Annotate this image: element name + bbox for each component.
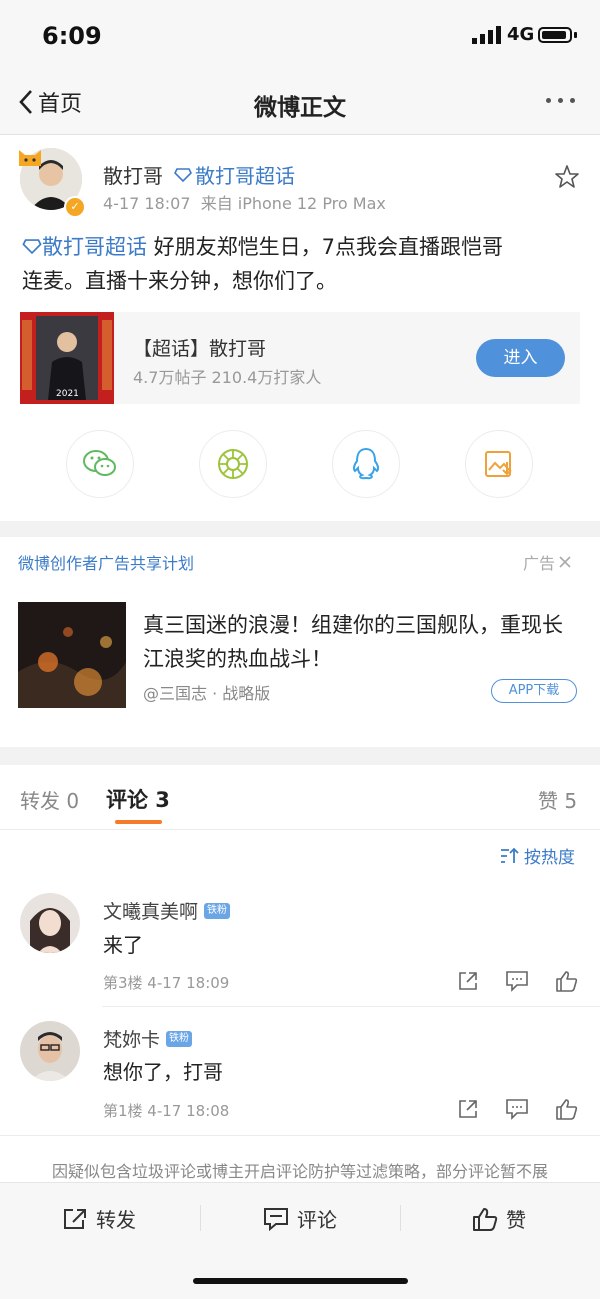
wechat-icon bbox=[83, 450, 116, 476]
cat-sticker-icon bbox=[19, 150, 41, 166]
sort-button[interactable]: 按热度 bbox=[500, 843, 575, 868]
supertopic-image-year: 2021 bbox=[56, 389, 79, 399]
like-icon[interactable] bbox=[555, 970, 579, 992]
comment-actions bbox=[457, 970, 579, 992]
comment-button[interactable]: 评论 bbox=[263, 1204, 337, 1233]
ad-program-link[interactable]: 微博创作者广告共享计划 bbox=[18, 550, 194, 574]
ad-source: @三国志 · 战略版 bbox=[143, 684, 271, 703]
verified-badge: ✓ bbox=[64, 196, 86, 218]
more-menu-button[interactable] bbox=[546, 98, 575, 103]
sort-label: 按热度 bbox=[524, 848, 575, 868]
close-icon bbox=[559, 556, 571, 568]
share-moments-button[interactable] bbox=[199, 430, 267, 498]
comment-actions bbox=[457, 1098, 579, 1120]
qq-icon bbox=[352, 447, 380, 480]
interaction-tabs bbox=[0, 765, 600, 830]
comment-label: 评论 bbox=[297, 1208, 337, 1232]
post-topic-label: 散打哥超话 bbox=[42, 235, 147, 259]
battery-icon bbox=[538, 27, 572, 43]
commenter-name[interactable]: 梵妳卡 bbox=[103, 1025, 160, 1052]
favorite-star-icon[interactable] bbox=[554, 164, 580, 190]
tab-like[interactable]: 赞 5 bbox=[538, 785, 577, 814]
commenter-name-row: 梵妳卡 铁粉 bbox=[103, 1025, 193, 1052]
home-indicator bbox=[193, 1278, 408, 1284]
fan-badge: 铁粉 bbox=[204, 902, 231, 919]
comment-meta: 第1楼 4-17 18:08 bbox=[103, 1102, 230, 1120]
diamond-icon bbox=[174, 167, 192, 182]
signal-icon bbox=[472, 26, 501, 44]
repost-button[interactable]: 转发 bbox=[62, 1204, 136, 1233]
like-label: 赞 bbox=[506, 1208, 526, 1232]
author-topic-label: 散打哥超话 bbox=[195, 164, 295, 188]
save-image-icon bbox=[485, 451, 512, 477]
commenter-avatar[interactable] bbox=[20, 1021, 80, 1081]
repost-label: 转发 bbox=[96, 1208, 136, 1232]
sort-icon bbox=[501, 847, 519, 863]
comment-text: 想你了，打哥 bbox=[103, 1060, 223, 1084]
ad-tag-label: 广告 bbox=[523, 554, 556, 573]
thumbs-up-icon bbox=[473, 1207, 498, 1231]
comment-icon bbox=[264, 1207, 288, 1231]
share-wechat-button[interactable] bbox=[66, 430, 134, 498]
moments-icon bbox=[218, 449, 248, 479]
post-meta: 4-17 18:07 来自 iPhone 12 Pro Max bbox=[103, 190, 386, 214]
battery-tip bbox=[574, 32, 577, 38]
post-time: 4-17 18:07 bbox=[103, 194, 191, 213]
tab-comment[interactable]: 评论 3 bbox=[106, 784, 170, 814]
tab-repost[interactable]: 转发 0 bbox=[20, 785, 79, 814]
avatar-image bbox=[20, 1021, 80, 1081]
avatar-image bbox=[20, 893, 80, 953]
author-topic-link[interactable]: 散打哥超话 bbox=[174, 160, 295, 189]
comment-divider bbox=[102, 1006, 600, 1007]
page-title: 微博正文 bbox=[254, 95, 346, 121]
share-icon[interactable] bbox=[457, 970, 479, 992]
post-topic-link[interactable]: 散打哥超话 bbox=[22, 235, 147, 259]
ad-close-button[interactable]: 广告 bbox=[523, 550, 572, 574]
commenter-avatar[interactable] bbox=[20, 893, 80, 953]
share-icon[interactable] bbox=[457, 1098, 479, 1120]
bottom-separator bbox=[400, 1205, 401, 1231]
status-time: 6:09 bbox=[42, 22, 102, 50]
share-save-image-button[interactable] bbox=[465, 430, 533, 498]
post-text-line2: 连麦。直播十来分钟，想你们了。 bbox=[22, 269, 337, 293]
reply-icon[interactable] bbox=[505, 970, 529, 992]
network-label: 4G bbox=[507, 24, 535, 45]
supertopic-image: 2021 bbox=[20, 312, 114, 404]
ad-picture bbox=[18, 602, 126, 708]
comment-meta: 第3楼 4-17 18:09 bbox=[103, 974, 230, 992]
reply-icon[interactable] bbox=[505, 1098, 529, 1120]
like-icon[interactable] bbox=[555, 1098, 579, 1120]
repost-icon bbox=[64, 1208, 86, 1229]
filter-notice: 因疑似包含垃圾评论或博主开启评论防护等过滤策略，部分评论暂不展 bbox=[0, 1135, 600, 1182]
post-source: 来自 iPhone 12 Pro Max bbox=[200, 194, 386, 213]
enter-button[interactable]: 进入 bbox=[476, 339, 565, 377]
ad-text[interactable]: 真三国迷的浪漫！组建你的三国舰队，重现长江浪奖的热血战斗！ bbox=[143, 608, 583, 676]
post-text: 散打哥超话 好朋友郑恺生日，7点我会直播跟恺哥 连麦。直播十来分钟，想你们了。 bbox=[22, 230, 582, 298]
app-download-button[interactable]: APP下载 bbox=[491, 679, 577, 703]
commenter-name-row: 文曦真美啊 铁粉 bbox=[103, 897, 231, 924]
like-button[interactable]: 赞 bbox=[472, 1204, 526, 1233]
comment-list bbox=[0, 830, 600, 1185]
fan-badge: 铁粉 bbox=[166, 1030, 193, 1047]
bottom-separator bbox=[200, 1205, 201, 1231]
supertopic-stats: 4.7万帖子 210.4万打家人 bbox=[133, 368, 322, 387]
supertopic-title: 【超话】散打哥 bbox=[133, 338, 267, 360]
author-name[interactable]: 散打哥 bbox=[103, 160, 163, 189]
active-tab-underline bbox=[115, 820, 162, 824]
comment-text: 来了 bbox=[103, 933, 143, 957]
diamond-icon bbox=[22, 239, 42, 255]
share-qq-button[interactable] bbox=[332, 430, 400, 498]
post-text-line1: 好朋友郑恺生日，7点我会直播跟恺哥 bbox=[147, 235, 504, 259]
commenter-name[interactable]: 文曦真美啊 bbox=[103, 897, 198, 924]
ad-image[interactable] bbox=[18, 602, 126, 708]
